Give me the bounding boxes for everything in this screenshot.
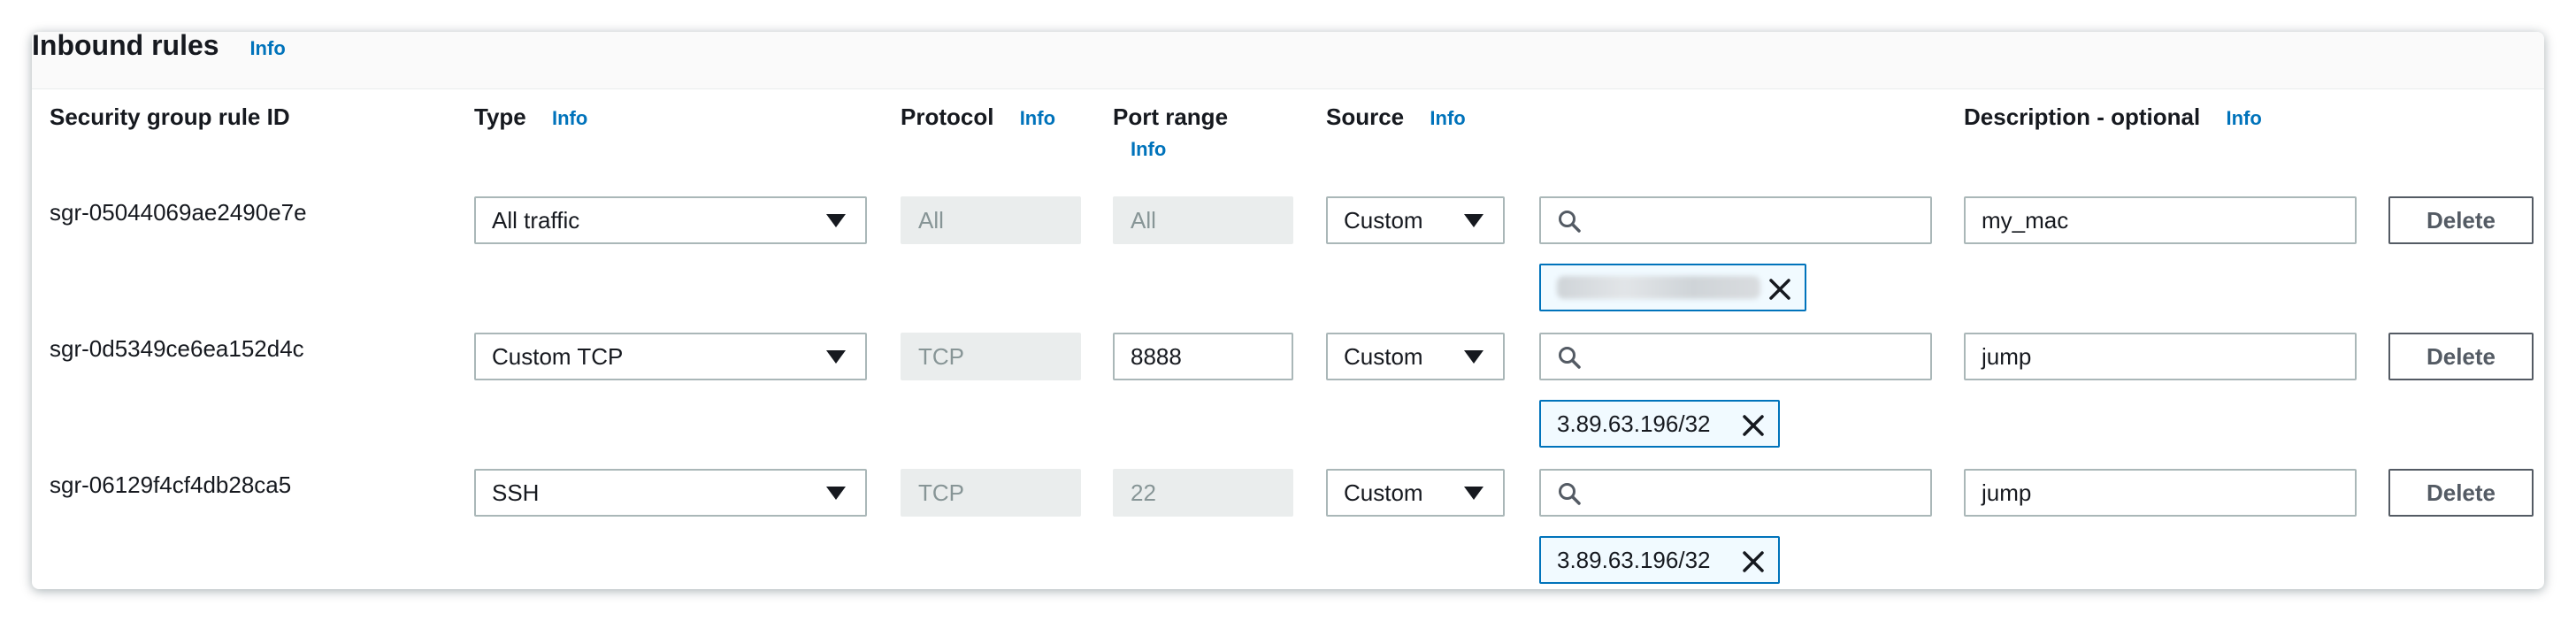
search-icon [1559, 347, 1581, 369]
column-header-description: Description - optional Info [1964, 103, 2262, 133]
panel-header [32, 32, 2544, 89]
source-search-input[interactable] [1539, 333, 1932, 380]
column-header-protocol: Protocol Info [901, 103, 1055, 133]
close-icon[interactable] [1741, 413, 1766, 438]
title-info-link[interactable]: Info [249, 37, 285, 59]
rule-id: sgr-06129f4cf4db28ca5 [50, 472, 292, 498]
port-range-input[interactable]: 8888 [1113, 333, 1293, 380]
source-type-select[interactable]: Custom [1326, 469, 1505, 517]
column-header-rule-id: Security group rule ID [50, 104, 290, 130]
column-header-type-label: Type [474, 104, 526, 130]
source-type-value: Custom [1344, 343, 1423, 370]
column-header-port-range: Port range [1113, 104, 1229, 130]
protocol-info-link[interactable]: Info [1020, 107, 1055, 129]
panel-title: Inbound rules Info [32, 32, 286, 69]
port-range-field: 22 [1113, 469, 1293, 517]
redacted-ip-token [1557, 276, 1760, 299]
source-token-label: 3.89.63.196/32 [1557, 410, 1711, 437]
delete-button[interactable]: Delete [2388, 196, 2534, 244]
inbound-rules-panel: Inbound rules Info Security group rule I… [32, 32, 2544, 589]
protocol-field: TCP [901, 469, 1081, 517]
protocol-field: TCP [901, 333, 1081, 380]
description-input[interactable]: jump [1964, 469, 2357, 517]
description-input[interactable]: jump [1964, 333, 2357, 380]
port-range-info-link[interactable]: Info [1131, 138, 1166, 161]
type-select[interactable]: All traffic [474, 196, 867, 244]
source-type-select[interactable]: Custom [1326, 333, 1505, 380]
source-search-input[interactable] [1539, 469, 1932, 517]
type-select-value: SSH [492, 479, 540, 506]
caret-down-icon [826, 214, 846, 227]
caret-down-icon [826, 350, 846, 364]
rule-id: sgr-0d5349ce6ea152d4c [50, 335, 304, 362]
description-info-link[interactable]: Info [2226, 107, 2261, 129]
description-input[interactable]: my_mac [1964, 196, 2357, 244]
panel-title-text: Inbound rules [32, 32, 219, 61]
source-info-link[interactable]: Info [1430, 107, 1465, 129]
type-select[interactable]: SSH [474, 469, 867, 517]
source-type-value: Custom [1344, 207, 1423, 234]
source-token: 3.89.63.196/32 [1539, 536, 1780, 584]
source-search-input[interactable] [1539, 196, 1932, 244]
column-header-protocol-label: Protocol [901, 104, 994, 130]
caret-down-icon [1464, 487, 1484, 500]
column-header-description-label: Description - optional [1964, 104, 2201, 130]
rule-id: sgr-05044069ae2490e7e [50, 199, 307, 226]
column-header-source-label: Source [1326, 104, 1405, 130]
source-type-select[interactable]: Custom [1326, 196, 1505, 244]
caret-down-icon [1464, 350, 1484, 364]
close-icon[interactable] [1767, 277, 1792, 302]
type-select[interactable]: Custom TCP [474, 333, 867, 380]
source-token-label: 3.89.63.196/32 [1557, 547, 1711, 573]
delete-button[interactable]: Delete [2388, 469, 2534, 517]
close-icon[interactable] [1741, 549, 1766, 574]
type-select-value: Custom TCP [492, 343, 624, 370]
source-token [1539, 264, 1806, 311]
port-range-field: All [1113, 196, 1293, 244]
column-header-source: Source Info [1326, 103, 1466, 133]
search-icon [1559, 483, 1581, 505]
protocol-field: All [901, 196, 1081, 244]
search-icon [1559, 211, 1581, 233]
type-select-value: All traffic [492, 207, 580, 234]
delete-button[interactable]: Delete [2388, 333, 2534, 380]
source-token: 3.89.63.196/32 [1539, 400, 1780, 448]
caret-down-icon [1464, 214, 1484, 227]
caret-down-icon [826, 487, 846, 500]
source-type-value: Custom [1344, 479, 1423, 506]
type-info-link[interactable]: Info [552, 107, 587, 129]
column-header-type: Type Info [474, 103, 587, 133]
